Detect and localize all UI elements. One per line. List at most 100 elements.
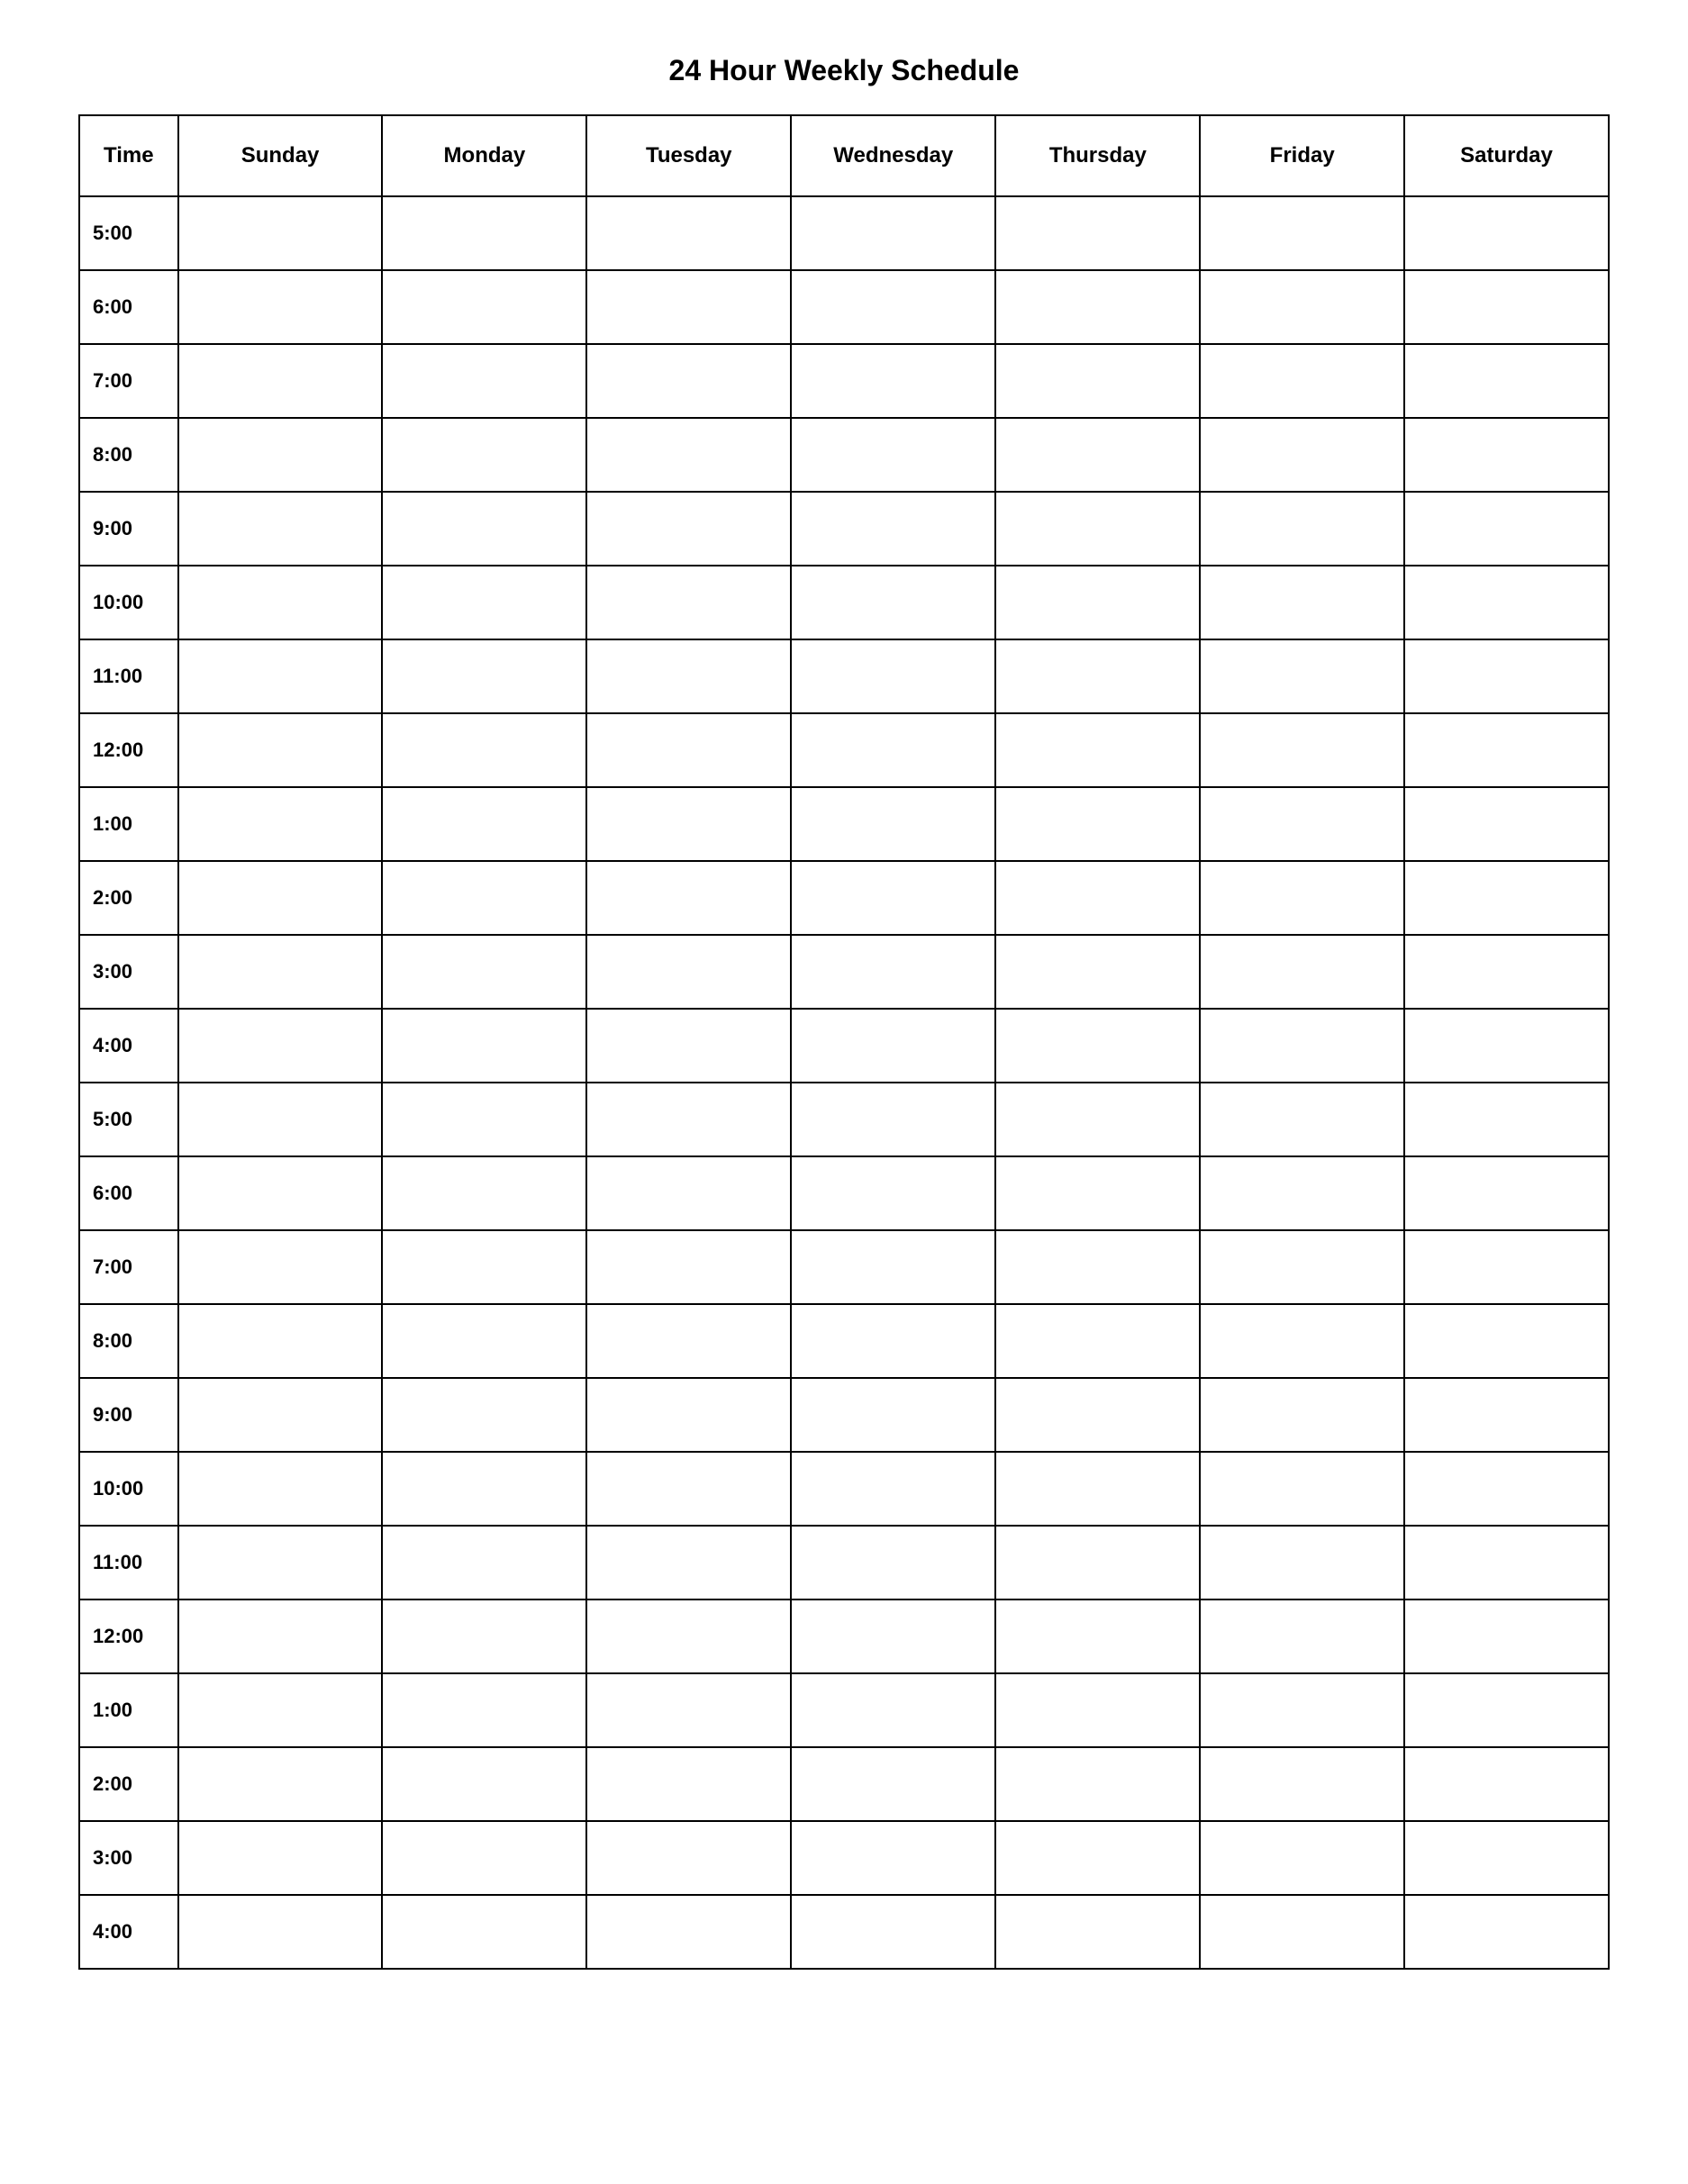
schedule-cell — [1200, 418, 1404, 492]
schedule-cell — [382, 1895, 586, 1969]
schedule-cell — [382, 1526, 586, 1599]
header-time: Time — [79, 115, 178, 196]
schedule-cell — [382, 270, 586, 344]
schedule-cell — [586, 492, 791, 566]
table-row: 9:00 — [79, 1378, 1609, 1452]
schedule-cell — [586, 1009, 791, 1083]
header-monday: Monday — [382, 115, 586, 196]
time-cell: 1:00 — [79, 1673, 178, 1747]
schedule-cell — [1404, 1009, 1609, 1083]
schedule-cell — [791, 1304, 995, 1378]
schedule-cell — [1404, 1747, 1609, 1821]
schedule-cell — [178, 861, 383, 935]
schedule-cell — [382, 639, 586, 713]
schedule-cell — [791, 492, 995, 566]
schedule-cell — [382, 1599, 586, 1673]
schedule-cell — [1404, 1821, 1609, 1895]
schedule-cell — [178, 1673, 383, 1747]
schedule-cell — [382, 1747, 586, 1821]
header-thursday: Thursday — [995, 115, 1200, 196]
schedule-cell — [995, 1895, 1200, 1969]
schedule-cell — [586, 1599, 791, 1673]
schedule-cell — [995, 1821, 1200, 1895]
time-cell: 10:00 — [79, 566, 178, 639]
schedule-cell — [382, 566, 586, 639]
schedule-cell — [995, 344, 1200, 418]
page-title: 24 Hour Weekly Schedule — [669, 54, 1020, 87]
schedule-cell — [995, 418, 1200, 492]
schedule-cell — [791, 1378, 995, 1452]
schedule-cell — [791, 418, 995, 492]
schedule-cell — [178, 1895, 383, 1969]
schedule-cell — [382, 1452, 586, 1526]
schedule-cell — [791, 1156, 995, 1230]
header-saturday: Saturday — [1404, 115, 1609, 196]
header-wednesday: Wednesday — [791, 115, 995, 196]
time-cell: 8:00 — [79, 418, 178, 492]
schedule-cell — [586, 344, 791, 418]
schedule-cell — [791, 1821, 995, 1895]
schedule-cell — [586, 1452, 791, 1526]
schedule-cell — [995, 566, 1200, 639]
time-cell: 6:00 — [79, 270, 178, 344]
table-row: 8:00 — [79, 1304, 1609, 1378]
schedule-cell — [791, 1599, 995, 1673]
schedule-cell — [1404, 1083, 1609, 1156]
schedule-cell — [1404, 935, 1609, 1009]
table-row: 3:00 — [79, 935, 1609, 1009]
table-row: 1:00 — [79, 787, 1609, 861]
schedule-cell — [586, 1747, 791, 1821]
time-cell: 4:00 — [79, 1895, 178, 1969]
schedule-cell — [586, 1378, 791, 1452]
schedule-cell — [791, 196, 995, 270]
table-row: 6:00 — [79, 270, 1609, 344]
schedule-cell — [995, 787, 1200, 861]
schedule-cell — [586, 1083, 791, 1156]
schedule-cell — [995, 1747, 1200, 1821]
schedule-cell — [995, 1599, 1200, 1673]
time-cell: 5:00 — [79, 1083, 178, 1156]
schedule-cell — [1404, 1526, 1609, 1599]
schedule-cell — [178, 1599, 383, 1673]
schedule-cell — [1404, 1895, 1609, 1969]
schedule-cell — [586, 1821, 791, 1895]
schedule-cell — [1404, 1452, 1609, 1526]
schedule-cell — [178, 270, 383, 344]
schedule-cell — [791, 1673, 995, 1747]
schedule-cell — [1404, 639, 1609, 713]
schedule-cell — [1200, 1747, 1404, 1821]
header-sunday: Sunday — [178, 115, 383, 196]
time-cell: 4:00 — [79, 1009, 178, 1083]
schedule-cell — [178, 935, 383, 1009]
schedule-table: Time Sunday Monday Tuesday Wednesday Thu… — [78, 114, 1610, 1970]
header-friday: Friday — [1200, 115, 1404, 196]
schedule-cell — [1200, 935, 1404, 1009]
schedule-cell — [382, 935, 586, 1009]
schedule-cell — [178, 1452, 383, 1526]
schedule-cell — [791, 1452, 995, 1526]
table-row: 12:00 — [79, 713, 1609, 787]
time-cell: 9:00 — [79, 1378, 178, 1452]
schedule-cell — [1200, 1083, 1404, 1156]
header-row: Time Sunday Monday Tuesday Wednesday Thu… — [79, 115, 1609, 196]
time-cell: 3:00 — [79, 935, 178, 1009]
schedule-cell — [1404, 787, 1609, 861]
table-row: 11:00 — [79, 1526, 1609, 1599]
schedule-cell — [586, 1156, 791, 1230]
schedule-cell — [382, 344, 586, 418]
schedule-cell — [791, 787, 995, 861]
time-cell: 7:00 — [79, 1230, 178, 1304]
schedule-cell — [791, 1230, 995, 1304]
table-row: 1:00 — [79, 1673, 1609, 1747]
table-row: 4:00 — [79, 1009, 1609, 1083]
schedule-cell — [382, 418, 586, 492]
schedule-cell — [586, 196, 791, 270]
schedule-cell — [995, 1083, 1200, 1156]
schedule-cell — [1200, 1009, 1404, 1083]
schedule-cell — [178, 418, 383, 492]
schedule-cell — [1404, 861, 1609, 935]
table-row: 10:00 — [79, 566, 1609, 639]
schedule-cell — [586, 1304, 791, 1378]
table-row: 8:00 — [79, 418, 1609, 492]
schedule-cell — [178, 1526, 383, 1599]
